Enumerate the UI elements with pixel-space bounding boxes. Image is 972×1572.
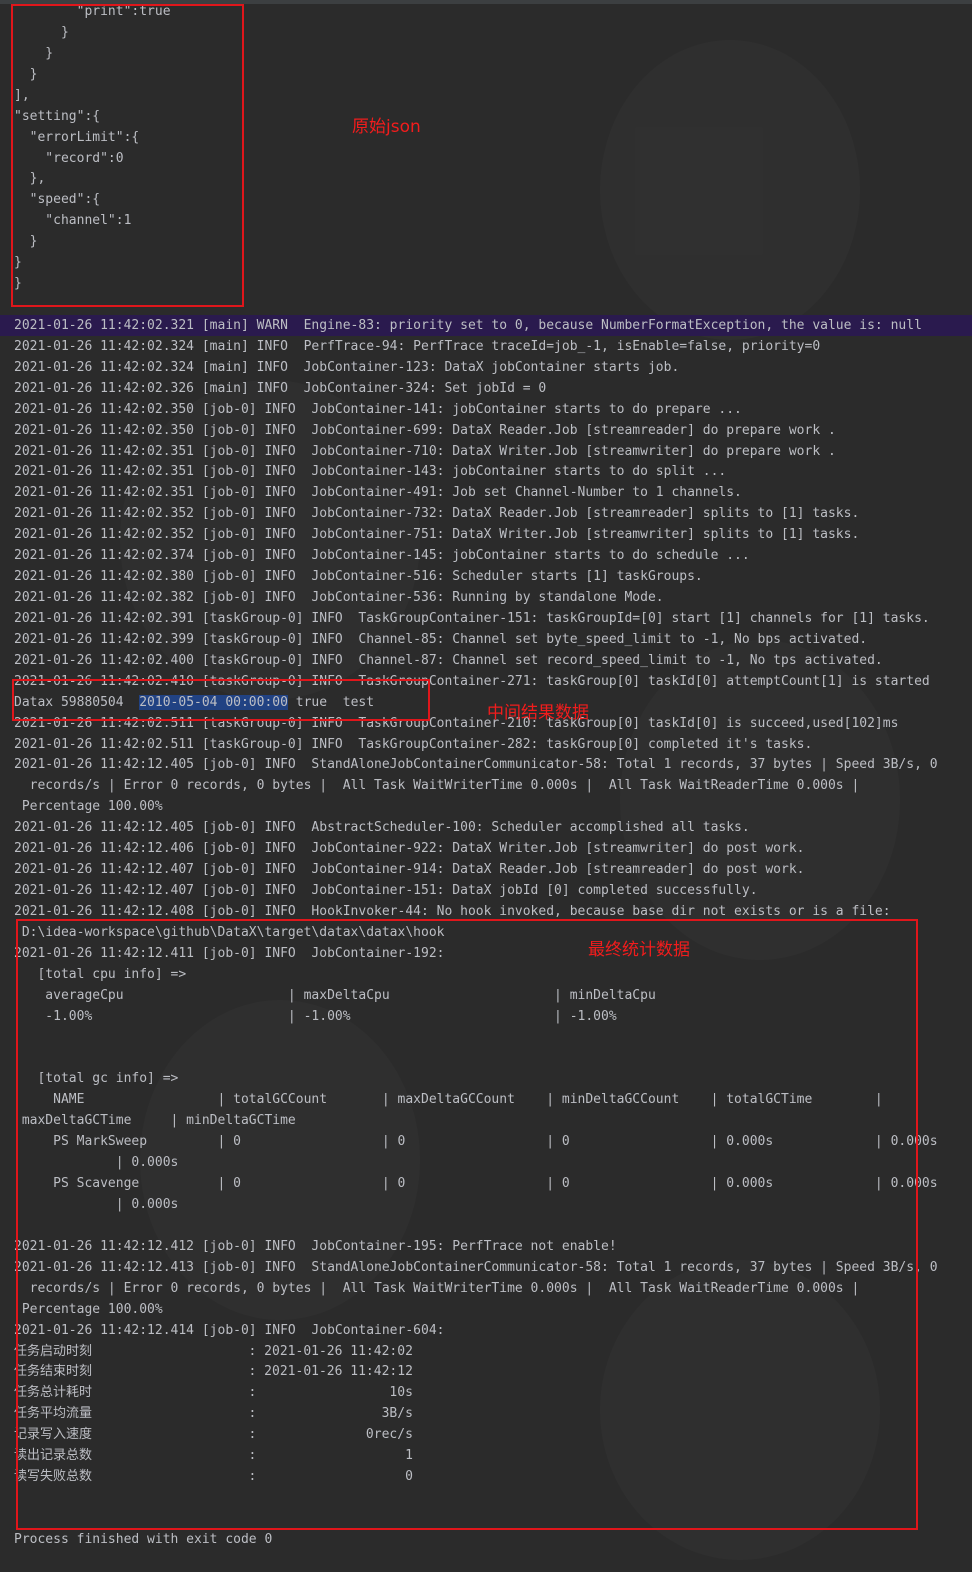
console-line: 2021-01-26 11:42:02.326 [main] INFO JobC…: [14, 380, 547, 396]
original-json-box: [11, 4, 244, 307]
console-line: 2021-01-26 11:42:02.350 [job-0] INFO Job…: [14, 422, 836, 438]
console-line: 2021-01-26 11:42:02.351 [job-0] INFO Job…: [14, 485, 742, 501]
console-line: 2021-01-26 11:42:02.382 [job-0] INFO Job…: [14, 590, 664, 606]
console-line: 2021-01-26 11:42:12.407 [job-0] INFO Job…: [14, 862, 805, 878]
console-line: 2021-01-26 11:42:02.324 [main] INFO JobC…: [14, 359, 680, 375]
console-line: 2021-01-26 11:42:12.406 [job-0] INFO Job…: [14, 841, 805, 857]
console-line: records/s | Error 0 records, 0 bytes | A…: [14, 778, 860, 794]
middle-result-note: 中间结果数据: [487, 703, 589, 723]
console-line: 2021-01-26 11:42:12.407 [job-0] INFO Job…: [14, 883, 758, 899]
console-line: 2021-01-26 11:42:02.351 [job-0] INFO Job…: [14, 443, 836, 459]
console-line: 2021-01-26 11:42:02.391 [taskGroup-0] IN…: [14, 610, 930, 626]
console-line: 2021-01-26 11:42:02.352 [job-0] INFO Job…: [14, 527, 860, 543]
console-line: 2021-01-26 11:42:12.405 [job-0] INFO Sta…: [14, 757, 938, 773]
warn-log-line: 2021-01-26 11:42:02.321 [main] WARN Engi…: [0, 314, 972, 336]
console-line: 2021-01-26 11:42:02.351 [job-0] INFO Job…: [14, 464, 727, 480]
console-line: 2021-01-26 11:42:02.350 [job-0] INFO Job…: [14, 401, 742, 417]
middle-result-box: [12, 679, 430, 721]
process-exit-line: Process finished with exit code 0: [14, 1531, 273, 1547]
final-stats-note: 最终统计数据: [588, 940, 690, 960]
console-line: Percentage 100.00%: [14, 799, 163, 815]
console-line: 2021-01-26 11:42:02.374 [job-0] INFO Job…: [14, 548, 750, 564]
console-line: 2021-01-26 11:42:02.380 [job-0] INFO Job…: [14, 569, 703, 585]
console-line: 2021-01-26 11:42:12.405 [job-0] INFO Abs…: [14, 820, 750, 836]
console-line: 2021-01-26 11:42:02.399 [taskGroup-0] IN…: [14, 631, 868, 647]
console-line: 2021-01-26 11:42:02.352 [job-0] INFO Job…: [14, 506, 860, 522]
console-line: 2021-01-26 11:42:02.324 [main] INFO Perf…: [14, 338, 821, 354]
console-line: 2021-01-26 11:42:02.511 [taskGroup-0] IN…: [14, 736, 813, 752]
final-stats-box: [16, 919, 918, 1530]
console-line: 2021-01-26 11:42:02.400 [taskGroup-0] IN…: [14, 652, 883, 668]
original-json-note: 原始json: [352, 117, 421, 137]
